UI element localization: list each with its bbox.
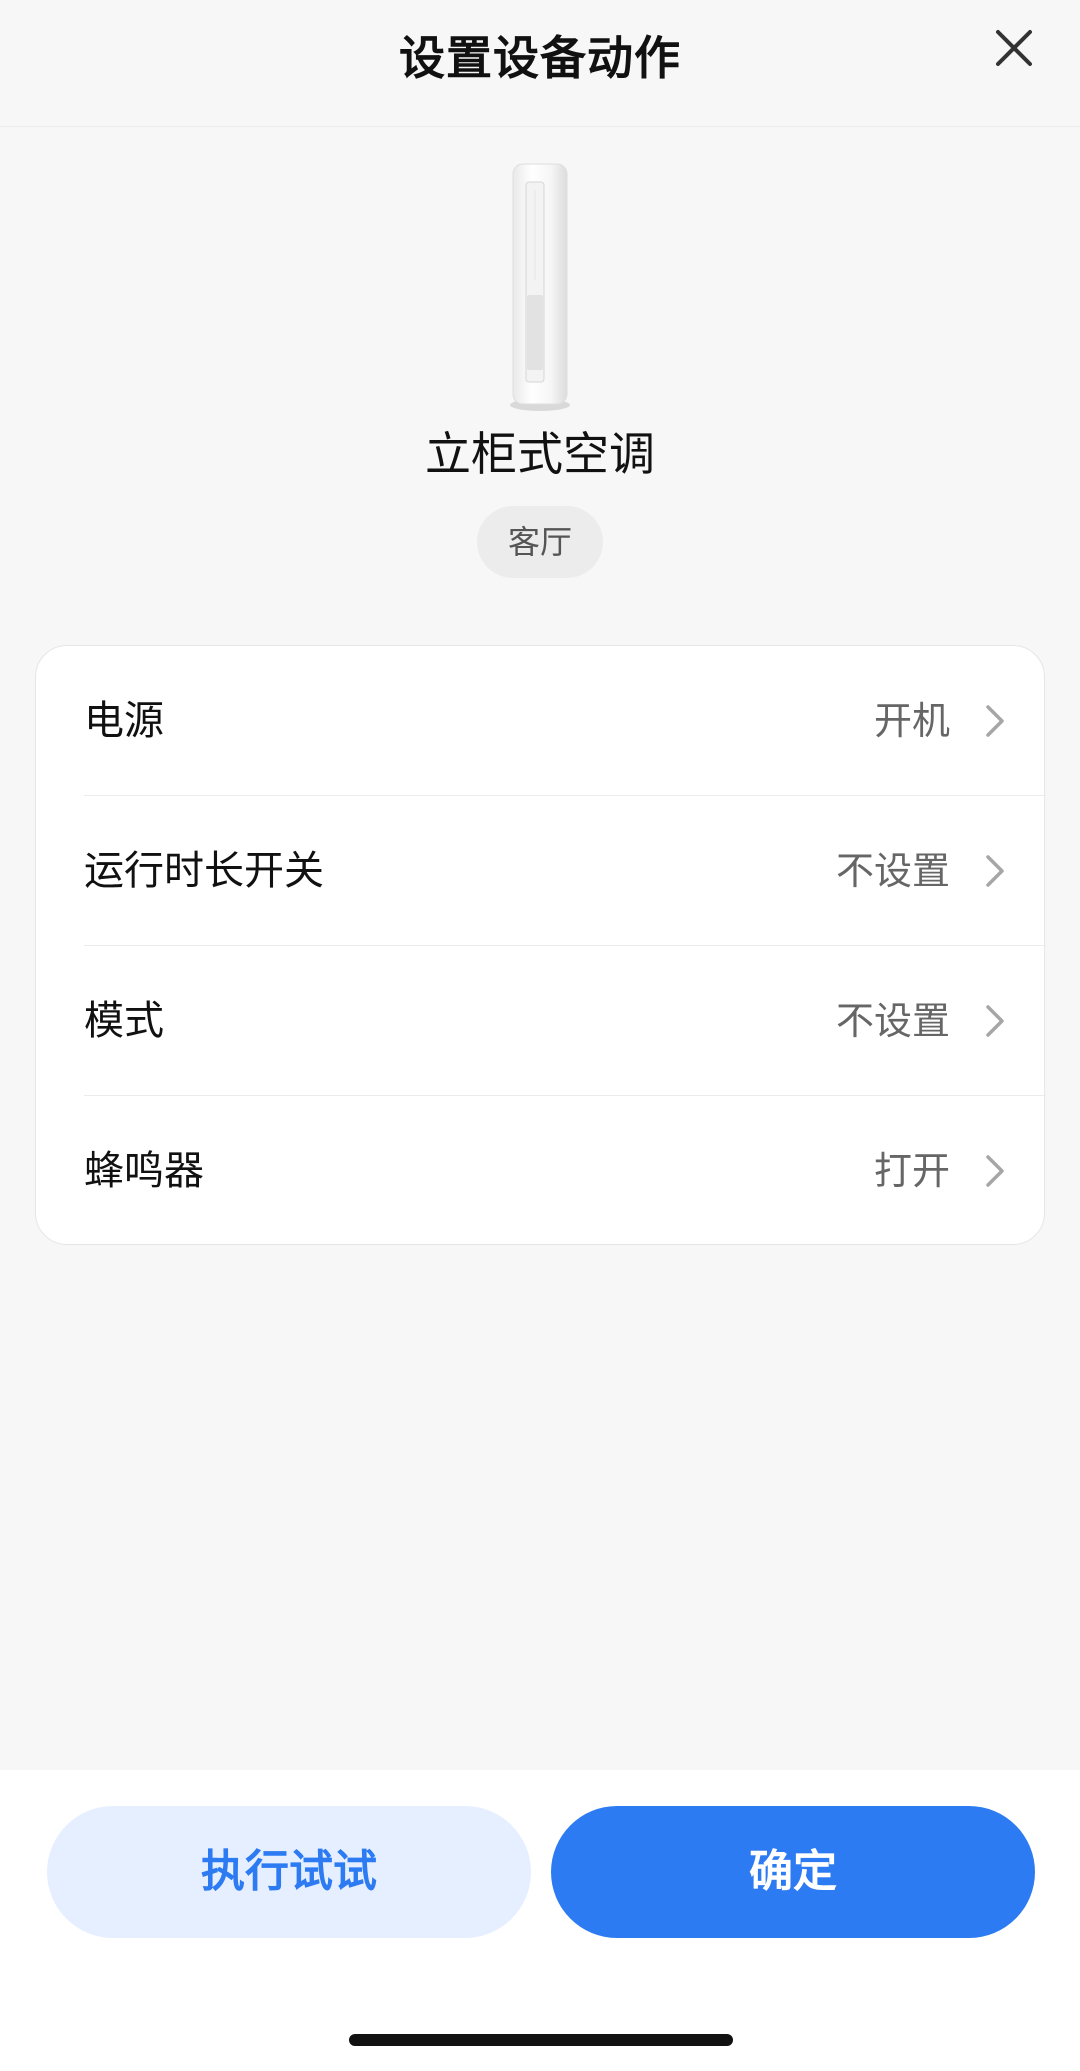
- close-icon: [996, 30, 1032, 66]
- header-bar: 设置设备动作: [0, 0, 1080, 127]
- setting-row-mode[interactable]: 模式 不设置: [36, 946, 1046, 1096]
- chevron-right-icon: [986, 1155, 1004, 1187]
- page-title: 设置设备动作: [399, 31, 681, 85]
- setting-value: 不设置: [835, 999, 950, 1043]
- setting-row-run-duration[interactable]: 运行时长开关 不设置: [36, 796, 1046, 946]
- home-indicator[interactable]: [349, 2034, 733, 2046]
- chevron-right-icon: [986, 1005, 1004, 1037]
- settings-card: 电源 开机 运行时长开关 不设置 模式 不设置 蜂鸣器 打开: [35, 645, 1046, 1246]
- close-button[interactable]: [984, 18, 1044, 78]
- setting-label: 蜂鸣器: [84, 1148, 204, 1194]
- setting-value: 打开: [873, 1149, 950, 1193]
- setting-value: 不设置: [835, 849, 950, 893]
- setting-value: 开机: [873, 699, 950, 743]
- device-name: 立柜式空调: [425, 427, 655, 481]
- setting-label: 电源: [84, 698, 164, 744]
- setting-row-buzzer[interactable]: 蜂鸣器 打开: [36, 1096, 1046, 1246]
- air-conditioner-image: [510, 163, 570, 411]
- footer-bar: 执行试试 确定: [0, 1770, 1080, 2071]
- chevron-right-icon: [986, 705, 1004, 737]
- chevron-right-icon: [986, 855, 1004, 887]
- room-tag: 客厅: [477, 506, 603, 578]
- try-execute-button[interactable]: 执行试试: [47, 1806, 531, 1938]
- confirm-button[interactable]: 确定: [551, 1806, 1035, 1938]
- setting-label: 模式: [84, 998, 164, 1044]
- setting-label: 运行时长开关: [84, 848, 324, 894]
- setting-row-power[interactable]: 电源 开机: [36, 646, 1046, 796]
